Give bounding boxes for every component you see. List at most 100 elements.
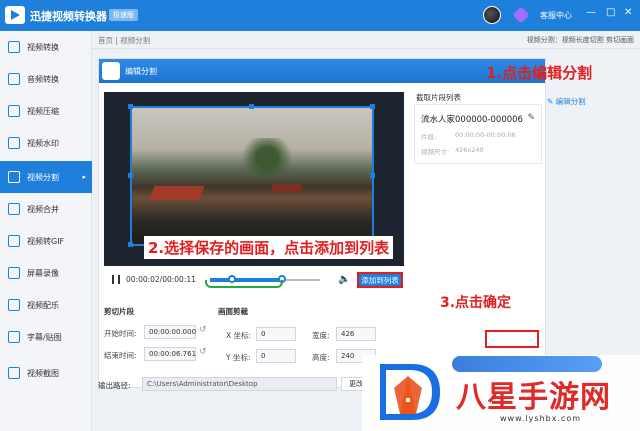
avatar[interactable] (483, 6, 501, 24)
sidebar: 视频转换 音频转换 视频压缩 视频水印 视频分割 ▸ 视频合并 视频转GIF 屏… (0, 31, 92, 431)
sidebar-item-watermark[interactable]: 视频水印 (0, 127, 92, 159)
edit-split-icon (102, 62, 120, 80)
subtitle-icon (8, 331, 20, 343)
title-bar: 迅捷视频转换器 极速版 客服中心 — □ ✕ (0, 0, 640, 31)
music-icon (8, 299, 20, 311)
sidebar-item-label: 视频压缩 (27, 106, 59, 116)
list-item[interactable]: 流水人家000000-000006 ✎ 片段: 00:00:00-00:00:0… (414, 104, 542, 164)
dialog-title: 编辑分割 (125, 67, 157, 76)
pause-button[interactable] (112, 275, 120, 284)
help-center-link[interactable]: 客服中心 (540, 10, 572, 21)
video-compress-icon (8, 105, 20, 117)
video-convert-icon (8, 41, 20, 53)
sidebar-item-label: 视频合并 (27, 204, 59, 214)
end-time-field[interactable]: 00:00:06.761 (144, 347, 196, 361)
cut-section-title: 剪切片段 (104, 307, 134, 316)
clip-list-title: 截取片段列表 (416, 93, 461, 102)
clip-duration-label: 片段: (421, 133, 437, 141)
start-time-field[interactable]: 00:00:00.000 (144, 325, 196, 339)
video-scene-boat (149, 186, 205, 200)
timecode: 00:00:02/00:00:11 (126, 275, 196, 284)
start-time-label: 开始时间: (104, 329, 137, 338)
sidebar-item-gif[interactable]: 视频转GIF (0, 225, 92, 257)
breadcrumb[interactable]: 首页 | 视频分割 (98, 35, 150, 46)
crop-handle[interactable] (370, 173, 375, 178)
clip-size-value: 426x240 (455, 146, 484, 154)
audio-convert-icon (8, 73, 20, 85)
watermark-banner (452, 356, 602, 372)
y-coord-field[interactable]: 0 (256, 349, 296, 363)
reset-icon[interactable]: ↺ (199, 347, 207, 357)
step2-annotation: 2.选择保存的画面，点击添加到列表 (144, 236, 394, 259)
video-scene-boat (272, 184, 302, 192)
crop-handle[interactable] (128, 173, 133, 178)
width-field[interactable]: 426 (336, 327, 376, 341)
edit-split-link-label: 编辑分割 (555, 97, 586, 106)
sidebar-item-screenshot[interactable]: 视频截图 (0, 357, 92, 389)
edition-badge: 极速版 (109, 9, 138, 21)
end-time-label: 结束时间: (104, 351, 137, 360)
width-label: 宽度: (312, 331, 330, 340)
crop-handle[interactable] (128, 104, 133, 109)
sidebar-item-audio-convert[interactable]: 音频转换 (0, 63, 92, 95)
clip-name: 流水人家000000-000006 (421, 115, 523, 125)
vip-icon[interactable] (512, 6, 530, 24)
maximize-button[interactable]: □ (606, 7, 615, 18)
add-to-list-button[interactable]: 添加到列表 (357, 272, 403, 288)
output-path-label: 输出路径: (98, 381, 131, 390)
sidebar-item-label: 音频转换 (27, 74, 59, 84)
watermark-url: www.lyshbx.com (500, 414, 582, 423)
crop-handle[interactable] (249, 104, 254, 109)
reset-icon[interactable]: ↺ (199, 325, 207, 335)
x-coord-label: X 坐标: (226, 331, 252, 340)
confirm-button[interactable] (485, 330, 539, 348)
video-scene (237, 138, 297, 178)
sidebar-item-label: 视频水印 (27, 138, 59, 148)
sidebar-item-video-convert[interactable]: 视频转换 (0, 31, 92, 63)
video-merge-icon (8, 203, 20, 215)
highlight-bracket (205, 280, 283, 288)
pencil-icon[interactable]: ✎ (527, 113, 535, 123)
step1-annotation: 1.点击编辑分割 (486, 64, 593, 82)
app-title: 迅捷视频转换器 (30, 10, 107, 23)
sidebar-item-label: 字幕/贴图 (27, 332, 62, 342)
sidebar-item-video-merge[interactable]: 视频合并 (0, 193, 92, 225)
gif-icon (8, 235, 20, 247)
sidebar-item-label: 视频转换 (27, 42, 59, 52)
height-label: 高度: (312, 353, 330, 362)
watermark-logo-icon (380, 364, 440, 420)
y-coord-label: Y 坐标: (226, 353, 251, 362)
dialog-header: 编辑分割 (99, 59, 545, 83)
clip-duration-value: 00:00:00-00:00:06 (455, 131, 516, 139)
volume-icon[interactable]: 🔈 (338, 274, 350, 285)
crop-handle[interactable] (128, 242, 133, 247)
chevron-right-icon: ▸ (82, 173, 86, 181)
screen-record-icon (8, 267, 20, 279)
minimize-button[interactable]: — (586, 7, 596, 18)
sidebar-item-label: 视频截图 (27, 368, 59, 378)
watermark-icon (8, 137, 20, 149)
edit-split-link[interactable]: ✎ 编辑分割 (547, 96, 586, 107)
watermark-text: 八星手游网 (456, 380, 611, 415)
app-logo-icon (5, 6, 25, 24)
sidebar-item-music[interactable]: 视频配乐 (0, 289, 92, 321)
crop-handle[interactable] (370, 104, 375, 109)
sidebar-item-label: 屏幕录像 (27, 268, 59, 278)
close-button[interactable]: ✕ (624, 7, 632, 18)
sidebar-item-subtitle[interactable]: 字幕/贴图 (0, 321, 92, 353)
clip-size-label: 视频尺寸: (421, 148, 450, 156)
crop-frame[interactable] (130, 106, 374, 246)
x-coord-field[interactable]: 0 (256, 327, 296, 341)
feature-hint: 视频分割：视频长度切割 剪切画面 (526, 36, 634, 44)
sidebar-item-label: 视频分割 (27, 172, 59, 182)
video-split-icon (8, 171, 20, 183)
sidebar-item-video-compress[interactable]: 视频压缩 (0, 95, 92, 127)
sidebar-item-video-split[interactable]: 视频分割 ▸ (0, 161, 92, 193)
sidebar-item-label: 视频配乐 (27, 300, 59, 310)
output-path-field[interactable]: C:\Users\Administrator\Desktop (142, 377, 337, 391)
crop-section-title: 画面剪裁 (218, 307, 248, 316)
screenshot-icon (8, 367, 20, 379)
breadcrumb-bar: 首页 | 视频分割 视频分割：视频长度切割 剪切画面 (92, 31, 640, 49)
sidebar-item-screen-record[interactable]: 屏幕录像 (0, 257, 92, 289)
sidebar-item-label: 视频转GIF (27, 236, 65, 246)
